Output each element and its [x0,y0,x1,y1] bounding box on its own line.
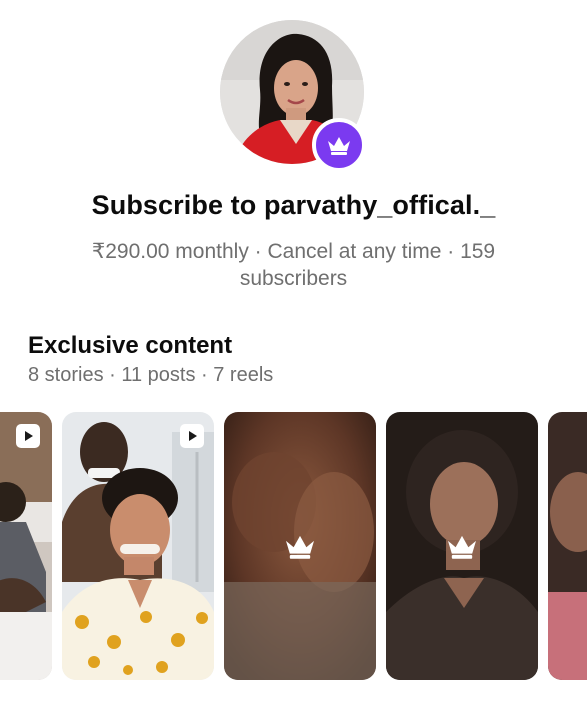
play-icon [16,424,40,448]
locked-content-tile[interactable] [386,412,538,680]
content-summary: 8 stories · 11 posts · 7 reels [28,364,274,386]
locked-content-tile[interactable] [548,412,587,680]
content-tile[interactable] [0,412,52,680]
subscription-page: Subscribe to parvathy_offical._ ₹290.00 … [0,0,587,710]
locked-content-tile[interactable] [224,412,376,680]
section-title: Exclusive content [28,332,233,359]
play-icon [180,424,204,448]
subscription-details: ₹290.00 monthly · Cancel at any time · 1… [91,240,496,290]
profile-avatar-group [220,20,366,172]
crown-icon [445,532,479,560]
crown-icon [328,137,350,155]
crown-icon [283,532,317,560]
content-tile[interactable] [62,412,214,680]
page-title: Subscribe to parvathy_offical._ [91,190,496,220]
crown-badge [312,118,366,172]
